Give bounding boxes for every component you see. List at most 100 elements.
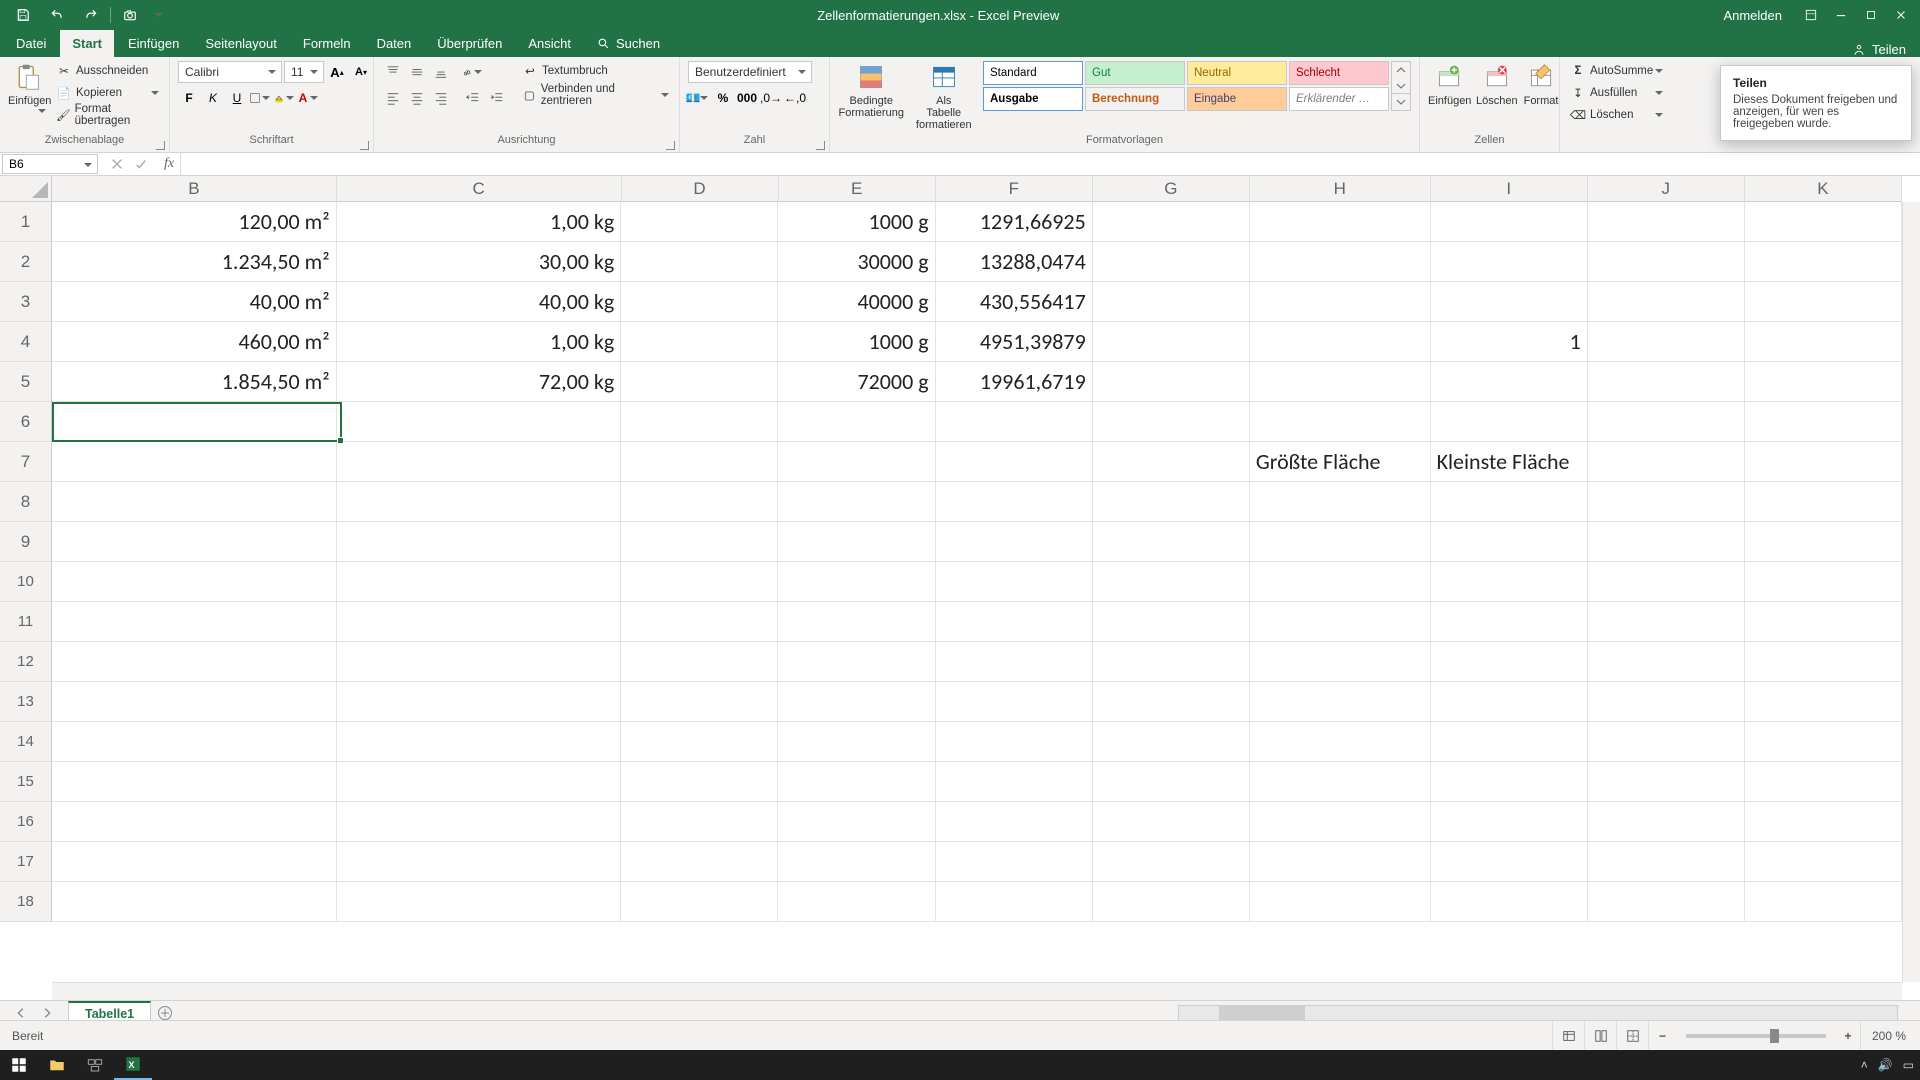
cell-F17[interactable]	[936, 842, 1093, 882]
cell-K17[interactable]	[1745, 842, 1902, 882]
col-header-J[interactable]: J	[1588, 176, 1745, 202]
increase-indent-icon[interactable]	[486, 87, 508, 109]
cell-H16[interactable]	[1250, 802, 1431, 842]
cell-G7[interactable]	[1093, 442, 1250, 482]
cell-C8[interactable]	[337, 482, 622, 522]
system-tray[interactable]: ˄ 🔊 ▭	[1861, 1058, 1920, 1072]
cell-H5[interactable]	[1250, 362, 1431, 402]
redo-icon[interactable]	[76, 0, 106, 30]
cell-D14[interactable]	[621, 722, 778, 762]
cell-I16[interactable]	[1431, 802, 1588, 842]
tab-einfuegen[interactable]: Einfügen	[116, 30, 191, 57]
cell-G1[interactable]	[1093, 202, 1250, 242]
dialog-launcher-icon[interactable]	[357, 138, 369, 150]
cell-J1[interactable]	[1588, 202, 1745, 242]
row-header-9[interactable]: 9	[0, 522, 52, 562]
cell-E15[interactable]	[778, 762, 935, 802]
cell-F14[interactable]	[936, 722, 1093, 762]
border-icon[interactable]	[250, 87, 272, 109]
zoom-level[interactable]: 200 %	[1860, 1021, 1920, 1051]
cell-K2[interactable]	[1745, 242, 1902, 282]
cell-F15[interactable]	[936, 762, 1093, 802]
cell-E1[interactable]: 1000 g	[778, 202, 935, 242]
cell-B9[interactable]	[52, 522, 337, 562]
cell-H17[interactable]	[1250, 842, 1431, 882]
cell-D1[interactable]	[621, 202, 778, 242]
cell-D5[interactable]	[621, 362, 778, 402]
cell-H3[interactable]	[1250, 282, 1431, 322]
row-header-18[interactable]: 18	[0, 882, 52, 922]
cell-D3[interactable]	[621, 282, 778, 322]
ribbon-options-icon[interactable]	[1796, 0, 1826, 30]
cell-H1[interactable]	[1250, 202, 1431, 242]
cell-D8[interactable]	[621, 482, 778, 522]
cell-J4[interactable]	[1588, 322, 1745, 362]
align-middle-icon[interactable]	[406, 61, 428, 83]
tray-action-center-icon[interactable]: ▭	[1903, 1058, 1914, 1072]
qat-more-icon[interactable]	[149, 0, 165, 30]
cell-I13[interactable]	[1431, 682, 1588, 722]
excel-taskbar-icon[interactable]: X	[114, 1050, 152, 1080]
cell-H7[interactable]: Größte Fläche	[1250, 442, 1431, 482]
clear-button[interactable]: ⌫Löschen	[1568, 105, 1665, 125]
cell-C5[interactable]: 72,00 kg	[337, 362, 622, 402]
zoom-in-icon[interactable]: +	[1836, 1025, 1860, 1047]
cell-D2[interactable]	[621, 242, 778, 282]
accept-formula-icon[interactable]	[130, 153, 152, 175]
cell-C1[interactable]: 1,00 kg	[337, 202, 622, 242]
cell-B18[interactable]	[52, 882, 337, 922]
increase-decimal-icon[interactable]: ,0→	[760, 87, 782, 109]
style-schlecht[interactable]: Schlecht	[1289, 61, 1389, 85]
cell-F4[interactable]: 4951,39879	[936, 322, 1093, 362]
dialog-launcher-icon[interactable]	[663, 138, 675, 150]
col-header-H[interactable]: H	[1250, 176, 1431, 202]
save-icon[interactable]	[8, 0, 38, 30]
cell-G15[interactable]	[1093, 762, 1250, 802]
cell-K12[interactable]	[1745, 642, 1902, 682]
dialog-launcher-icon[interactable]	[813, 138, 825, 150]
cell-J8[interactable]	[1588, 482, 1745, 522]
cell-I11[interactable]	[1431, 602, 1588, 642]
cell-C14[interactable]	[337, 722, 622, 762]
tab-formeln[interactable]: Formeln	[291, 30, 363, 57]
cell-K18[interactable]	[1745, 882, 1902, 922]
cell-K6[interactable]	[1745, 402, 1902, 442]
cell-H9[interactable]	[1250, 522, 1431, 562]
cell-K4[interactable]	[1745, 322, 1902, 362]
col-header-E[interactable]: E	[779, 176, 936, 202]
col-header-C[interactable]: C	[337, 176, 622, 202]
row-header-8[interactable]: 8	[0, 482, 52, 522]
cell-B16[interactable]	[52, 802, 337, 842]
cell-F1[interactable]: 1291,66925	[936, 202, 1093, 242]
col-header-G[interactable]: G	[1093, 176, 1250, 202]
percent-format-icon[interactable]: %	[712, 87, 734, 109]
merge-center-button[interactable]: ▢Verbinden und zentrieren	[520, 85, 671, 105]
col-header-B[interactable]: B	[52, 176, 337, 202]
styles-more-icon[interactable]	[1391, 61, 1411, 111]
cell-F11[interactable]	[936, 602, 1093, 642]
cell-H11[interactable]	[1250, 602, 1431, 642]
cell-G18[interactable]	[1093, 882, 1250, 922]
vertical-scrollbar[interactable]	[1902, 202, 1920, 982]
cell-E18[interactable]	[778, 882, 935, 922]
row-header-6[interactable]: 6	[0, 402, 52, 442]
cell-J6[interactable]	[1588, 402, 1745, 442]
minimize-icon[interactable]	[1826, 0, 1856, 30]
undo-icon[interactable]	[42, 0, 72, 30]
cell-B11[interactable]	[52, 602, 337, 642]
cell-B17[interactable]	[52, 842, 337, 882]
cell-F5[interactable]: 19961,6719	[936, 362, 1093, 402]
style-ausgabe[interactable]: Ausgabe	[983, 87, 1083, 111]
sheet-horizontal-scrollbar[interactable]	[1178, 1005, 1898, 1021]
cell-B15[interactable]	[52, 762, 337, 802]
cell-J11[interactable]	[1588, 602, 1745, 642]
cell-B4[interactable]: 460,00 m²	[52, 322, 337, 362]
cell-E5[interactable]: 72000 g	[778, 362, 935, 402]
sign-in-button[interactable]: Anmelden	[1711, 8, 1794, 23]
cell-K11[interactable]	[1745, 602, 1902, 642]
format-as-table-button[interactable]: Als Tabelle formatieren	[911, 61, 978, 127]
style-eingabe[interactable]: Eingabe	[1187, 87, 1287, 111]
cell-styles-gallery[interactable]: Standard Gut Neutral Schlecht Ausgabe Be…	[983, 61, 1389, 111]
cell-B10[interactable]	[52, 562, 337, 602]
cell-C4[interactable]: 1,00 kg	[337, 322, 622, 362]
